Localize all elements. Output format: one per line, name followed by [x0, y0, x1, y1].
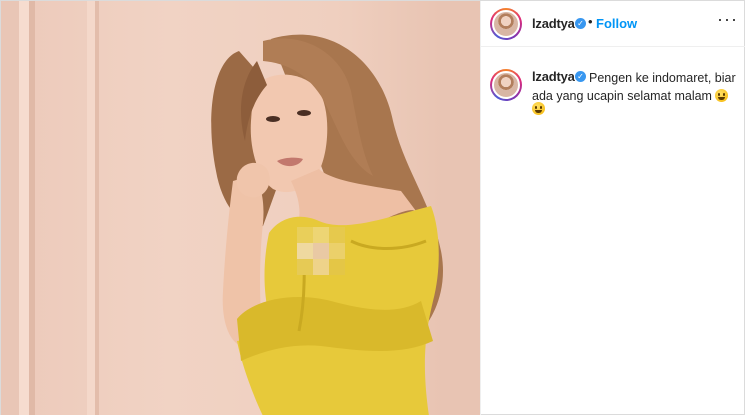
caption-text-block: Pengen ke indomaret, biar ada yang ucapi…: [532, 69, 738, 105]
story-ring[interactable]: [490, 8, 522, 40]
avatar[interactable]: [492, 10, 520, 38]
follow-button[interactable]: Follow: [596, 16, 637, 31]
wall-panel-edge-shadow: [95, 1, 99, 415]
wall-molding-shadow: [29, 1, 35, 415]
instagram-post: lzadtya ✓ • Follow ··· lzadtya ✓ Pengen …: [0, 0, 745, 415]
post-side-panel: lzadtya ✓ • Follow ··· lzadtya ✓ Pengen …: [480, 1, 745, 415]
username-link[interactable]: lzadtya: [532, 16, 575, 31]
post-header: lzadtya ✓ • Follow ···: [481, 1, 745, 47]
verified-badge-icon: ✓: [575, 18, 586, 29]
grinning-emoji-icon: [532, 102, 545, 115]
more-horizontal-icon[interactable]: ···: [717, 9, 738, 30]
separator-dot: •: [588, 14, 593, 29]
wall-molding-highlight: [19, 1, 29, 415]
post-photo[interactable]: [1, 1, 480, 415]
left-eye: [266, 116, 280, 122]
caption-story-ring[interactable]: [490, 69, 522, 101]
right-eye: [297, 110, 311, 116]
wall-molding: [1, 1, 19, 415]
photo-illustration: [1, 1, 480, 415]
caption-emoji-line: [532, 100, 545, 118]
caption-avatar[interactable]: [492, 71, 520, 99]
wall-panel-edge: [87, 1, 95, 415]
grimace-emoji-icon: [715, 89, 729, 102]
wall-right-panel: [441, 1, 480, 415]
censor-pixelation: [297, 227, 345, 275]
caption-text: Pengen ke indomaret, biar ada yang ucapi…: [532, 71, 736, 103]
